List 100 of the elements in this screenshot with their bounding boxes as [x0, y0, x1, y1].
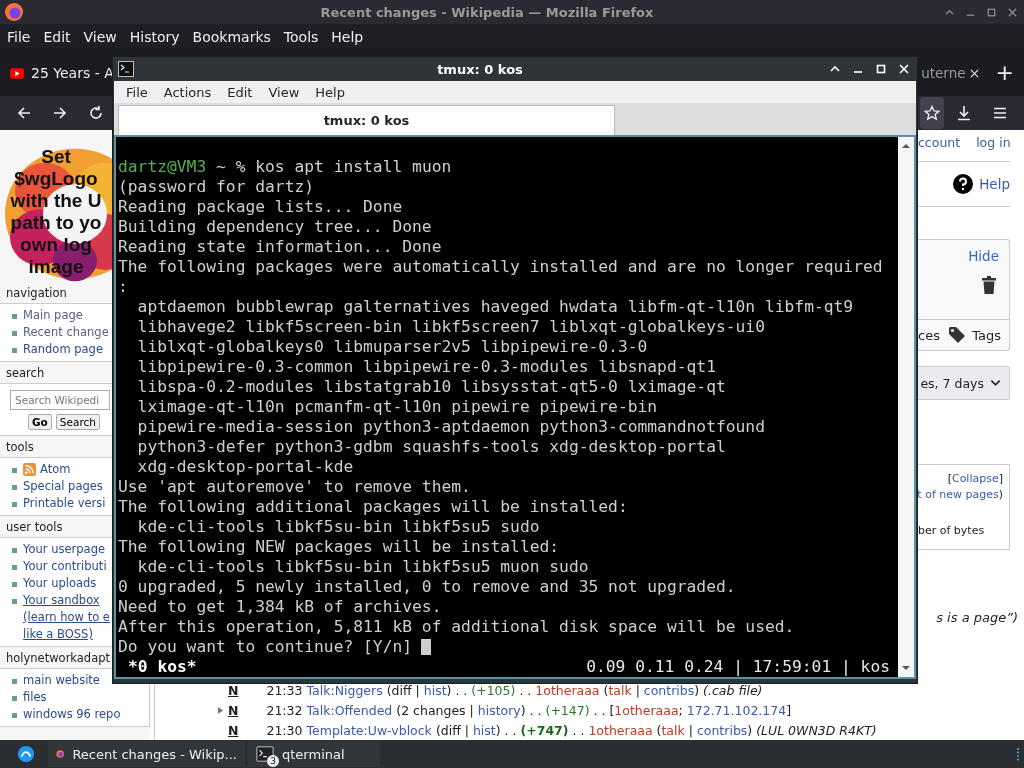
menu-item[interactable]: Actions [155, 84, 220, 100]
user-link[interactable]: talk [608, 682, 632, 698]
maximize-icon[interactable] [875, 63, 887, 75]
menu-item[interactable]: Bookmarks [192, 29, 271, 45]
menu-icon[interactable] [992, 105, 1008, 121]
sidebar-link[interactable]: Your sandbox [23, 592, 100, 609]
login-link[interactable]: log in [976, 135, 1011, 161]
window-title: Recent changes - Wikipedia — Mozilla Firefox [319, 4, 655, 20]
terminal-line: lximage-qt-l10n pcmanfm-qt-l10n pipewire pipewire-bin [136, 397, 658, 417]
new-pages-link[interactable]: t of new pages [917, 487, 999, 503]
start-menu-icon[interactable] [17, 745, 35, 763]
portlet-heading: tools [5, 440, 34, 454]
menu-item[interactable]: File [7, 29, 31, 45]
terminal-tab[interactable]: tmux: 0 kos [118, 105, 615, 135]
search-button[interactable]: Go [28, 414, 52, 430]
help-link[interactable]: Help [979, 176, 1010, 192]
page-link[interactable]: hist [472, 722, 496, 738]
change-text: ) [694, 682, 701, 698]
page-link[interactable]: Talk:Niggers [306, 682, 383, 698]
sidebar-link[interactable]: Special pages [23, 478, 103, 495]
panel-handle-icon[interactable] [1016, 747, 1020, 761]
terminal-line: : [118, 277, 128, 297]
menu-item[interactable]: Edit [43, 29, 71, 45]
logo-text: Set [41, 146, 71, 168]
bullet-icon [12, 331, 17, 336]
terminal-line: Reading state information... Done [118, 237, 442, 257]
page-link[interactable]: hist [423, 682, 447, 698]
terminal-line: kde-cli-tools libkf5su-bin libkf5su5 sudo [136, 517, 540, 537]
portlet-heading: user tools [5, 520, 63, 534]
bookmark-button[interactable] [920, 97, 944, 129]
menu-item[interactable]: Tools [283, 29, 319, 45]
chevron-icon [990, 379, 1001, 387]
menu-item[interactable]: File [118, 84, 156, 100]
size-change: (+747) [520, 722, 569, 738]
period-dropdown[interactable]: es, 7 days [918, 366, 1010, 400]
terminal-icon [118, 61, 134, 77]
forward-icon[interactable] [52, 105, 68, 121]
sidebar-link[interactable]: Random page [23, 341, 103, 358]
menu-item[interactable]: Help [331, 29, 364, 45]
terminal-line: libhavege2 libkf5screen-bin libkf5screen7 liblxqt-globalkeys-ui0 [136, 317, 765, 337]
sidebar-link[interactable]: Your contributi [23, 558, 107, 575]
user-link[interactable]: 1otheraaa [588, 722, 653, 738]
video-icon [10, 67, 24, 79]
trash-icon[interactable] [982, 276, 996, 294]
tags-button[interactable]: Tags [948, 326, 1001, 344]
taskbar-button[interactable]: Recent changes - Wikip... [48, 741, 245, 767]
account-link[interactable]: ccount [918, 135, 961, 161]
scroll-up-icon[interactable] [901, 143, 911, 149]
sidebar-link[interactable]: windows 96 repo [23, 706, 121, 723]
portlet-heading: holynetworkadapt [5, 651, 111, 665]
sources-button[interactable]: ces [918, 327, 940, 343]
new-page-label: N [228, 722, 239, 738]
hide-link[interactable]: Hide [968, 248, 999, 264]
user-link[interactable]: talk [661, 722, 685, 738]
sidebar-link[interactable]: main website [23, 672, 100, 689]
page-link[interactable]: Talk:Offended [306, 702, 393, 718]
page-link[interactable]: 172.71.102.174 [686, 702, 787, 718]
menu-item[interactable]: View [83, 29, 117, 45]
search-button[interactable]: Search [55, 414, 100, 430]
page-link[interactable]: Template:Uw-vblock [306, 722, 432, 738]
page-link[interactable]: history [477, 702, 521, 718]
sidebar-link[interactable]: Main page [23, 307, 83, 324]
expand-icon[interactable] [217, 705, 224, 715]
page-link[interactable]: contribs [696, 722, 748, 738]
bullet-icon [12, 314, 17, 319]
sidebar-link[interactable]: (learn how to e [23, 609, 110, 626]
reload-icon[interactable] [88, 105, 104, 121]
menu-item[interactable]: Help [307, 84, 353, 100]
download-icon[interactable] [956, 105, 972, 121]
menu-item[interactable]: View [260, 84, 308, 100]
collapse-link[interactable]: Collapse [951, 471, 999, 487]
sidebar-link[interactable]: like a BOSS) [23, 626, 93, 643]
menu-item[interactable]: History [129, 29, 180, 45]
scrollbar[interactable] [898, 137, 914, 677]
scroll-down-icon[interactable] [901, 665, 911, 671]
search-field[interactable]: Search Wikipedi [10, 390, 110, 410]
user-link[interactable]: 1otheraaa [614, 702, 679, 718]
bullet-icon [12, 713, 17, 718]
bullet-icon [12, 548, 17, 553]
back-icon[interactable] [16, 105, 32, 121]
sidebar-link[interactable]: Recent change [23, 324, 109, 341]
menu-item[interactable]: Edit [219, 84, 261, 100]
change-time: 21:32 [266, 702, 303, 718]
browser-tab[interactable]: uterne [921, 65, 966, 81]
prompt-user: dartz@VM3 [118, 157, 207, 177]
change-text: ; [678, 702, 684, 718]
change-text: ) . . [446, 682, 469, 698]
sidebar-link[interactable]: Atom [40, 461, 71, 478]
sidebar-link[interactable]: files [23, 689, 47, 706]
sidebar-link[interactable]: Printable versi [23, 495, 106, 512]
sidebar-link[interactable]: Your userpage [23, 541, 105, 558]
terminal-line: libpipewire-0.3-common libpipewire-0.3-modules libsnapd-qt1 [136, 357, 716, 377]
terminal-line: Building dependency tree... Done [118, 217, 432, 237]
new-tab-button[interactable]: + [995, 62, 1014, 84]
taskbar-button[interactable]: 3 qterminal [248, 741, 380, 767]
user-link[interactable]: 1otheraaa [535, 682, 600, 698]
page-link[interactable]: contribs [643, 682, 695, 698]
bullet-icon [12, 696, 17, 701]
help-icon[interactable] [953, 174, 974, 194]
sidebar-link[interactable]: Your uploads [23, 575, 97, 592]
